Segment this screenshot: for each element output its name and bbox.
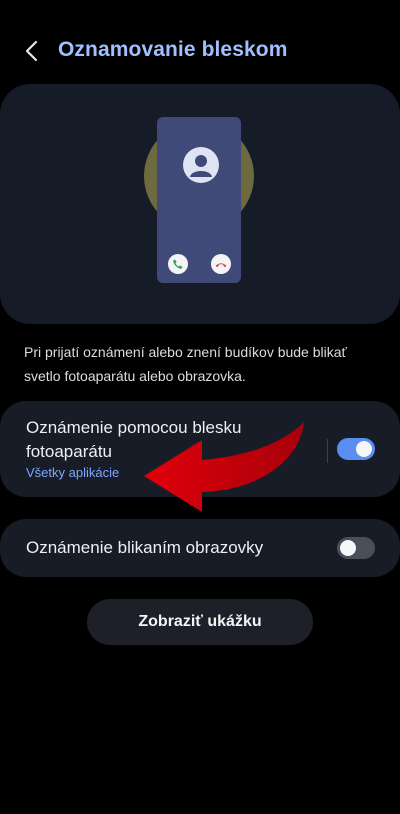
divider	[327, 439, 328, 463]
camera-flash-toggle[interactable]	[337, 438, 375, 460]
toggle-knob	[356, 441, 372, 457]
all-apps-link[interactable]: Všetky aplikácie	[26, 465, 119, 480]
back-button[interactable]	[16, 36, 50, 66]
phone-accept-icon	[168, 254, 188, 274]
screen-flash-toggle[interactable]	[337, 537, 375, 559]
description-text: Pri prijatí oznámení alebo znení budíkov…	[24, 344, 347, 384]
page-title: Oznamovanie bleskom	[58, 38, 288, 61]
chevron-left-icon	[25, 40, 38, 62]
screen-flash-title: Oznámenie blikaním obrazovky	[26, 538, 264, 557]
person-icon	[183, 147, 219, 183]
header: Oznamovanie bleskom	[0, 28, 400, 74]
camera-flash-title: Oznámenie pomocou blesku fotoaparátu	[26, 418, 242, 461]
show-preview-button[interactable]: Zobraziť ukážku	[87, 599, 313, 645]
toggle-knob	[340, 540, 356, 556]
phone-decline-icon	[211, 254, 231, 274]
